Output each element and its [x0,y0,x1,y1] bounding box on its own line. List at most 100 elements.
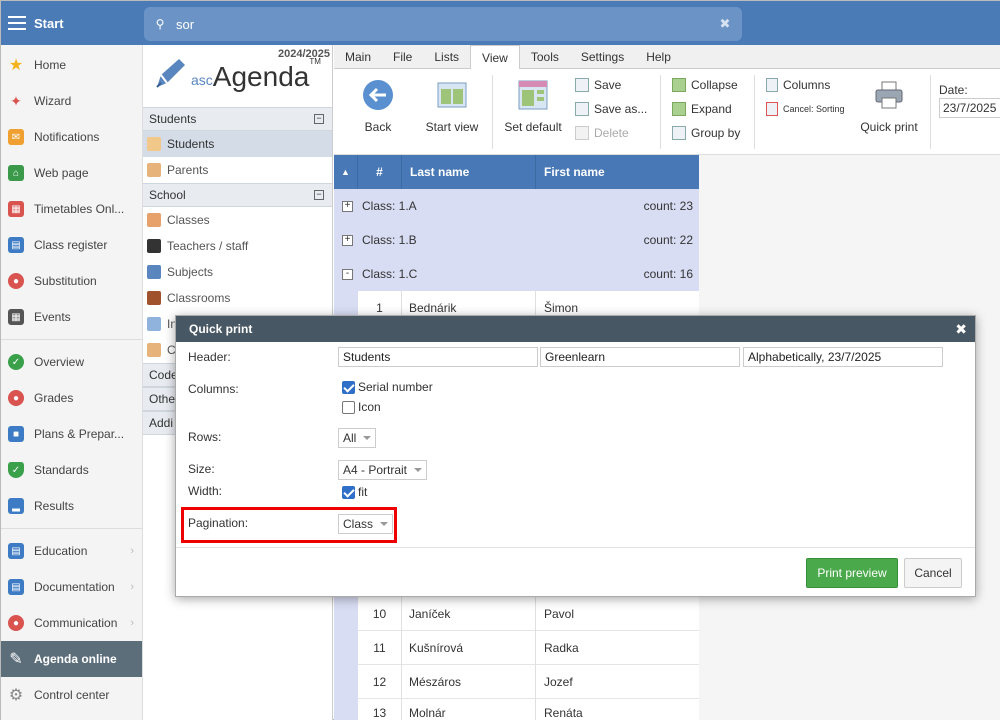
start-menu-button[interactable]: Start [1,1,143,45]
nav-item-events[interactable]: ▦ Events [1,299,142,335]
sort-arrow-icon[interactable]: ▲ [334,155,358,189]
collapse-icon[interactable]: - [342,268,353,280]
pagination-label: Pagination: [188,516,249,530]
save-button[interactable]: Save [575,75,621,95]
cancel-sorting-button[interactable]: Cancel: Sorting [766,99,845,119]
calendar-icon: ▦ [8,309,24,325]
list-item-students[interactable]: Students [143,131,332,157]
width-fit-checkbox[interactable]: fit [342,485,367,499]
nav-item-timetables[interactable]: ▦ Timetables Onl... [1,191,142,227]
print-preview-button[interactable]: Print preview [806,558,898,588]
top-bar: Start ⚲ sor ✖ [1,1,1000,45]
ribbon-separator [492,75,493,149]
nav-item-results[interactable]: ▂ Results [1,488,142,524]
serial-number-checkbox[interactable]: Serial number [342,380,433,394]
nav-item-plans[interactable]: ■ Plans & Prepar... [1,416,142,452]
class-group-row[interactable]: + Class: 1.B count: 22 [334,223,699,257]
save-icon [575,78,589,92]
nav-item-grades[interactable]: ● Grades [1,380,142,416]
nav-item-communication[interactable]: ● Communication › [1,605,142,641]
students-table: ▲ # Last name First name + Class: 1.A co… [334,155,699,325]
header-field-2[interactable]: Greenlearn [540,347,740,367]
pagination-select[interactable]: Class [338,514,394,534]
collapse-icon[interactable]: − [314,190,324,200]
set-default-button[interactable]: Set default [500,79,566,134]
table-row[interactable]: 11 Kušnírová Radka [334,630,699,665]
rows-select[interactable]: All [338,428,377,448]
checkbox-checked[interactable] [342,485,355,499]
star-icon: ★ [8,57,24,74]
layout-icon [437,82,467,108]
expand-button[interactable]: Expand [672,99,732,119]
start-view-button[interactable]: Start view [422,79,482,134]
column-header-last-name[interactable]: Last name [402,155,536,189]
nav-item-substitution[interactable]: ● Substitution [1,263,142,299]
nav-item-web-page[interactable]: ⌂ Web page [1,155,142,191]
door-icon [147,291,161,305]
nav-item-overview[interactable]: ✓ Overview [1,344,142,380]
tab-settings[interactable]: Settings [570,45,635,69]
close-icon[interactable]: ✖ [955,316,967,342]
date-field[interactable]: 23/7/2025 [939,98,1000,118]
table-row[interactable]: 13 Molnár Renáta [334,699,699,720]
size-select[interactable]: A4 - Portrait [338,460,428,480]
table-row[interactable]: 12 Mészáros Jozef [334,664,699,699]
icon-checkbox[interactable]: Icon [342,400,381,414]
collapse-icon[interactable]: − [314,114,324,124]
chevron-right-icon: › [130,581,134,593]
nav-item-documentation[interactable]: ▤ Documentation › [1,569,142,605]
tab-tools[interactable]: Tools [520,45,570,69]
expand-icon[interactable]: + [342,234,353,246]
quick-print-button[interactable]: Quick print [858,79,920,134]
nav-item-notifications[interactable]: ✉ Notifications [1,119,142,155]
nav-item-home[interactable]: ★ Home [1,47,142,83]
class-group-row[interactable]: + Class: 1.A count: 23 [334,189,699,223]
search-input[interactable]: sor [176,17,708,32]
cancel-button[interactable]: Cancel [904,558,962,588]
group-by-button[interactable]: Group by [672,123,740,143]
nav-item-standards[interactable]: ✓ Standards [1,452,142,488]
list-item-classes[interactable]: Classes [143,207,332,233]
table-row[interactable]: 10 Janíček Pavol [334,596,699,631]
header-field-1[interactable]: Students [338,347,538,367]
checkbox-unchecked[interactable] [342,400,355,414]
list-item-teachers[interactable]: Teachers / staff [143,233,332,259]
column-header-number[interactable]: # [358,155,402,189]
nav-item-class-register[interactable]: ▤ Class register [1,227,142,263]
tab-lists[interactable]: Lists [423,45,470,69]
width-label: Width: [188,484,223,498]
list-item-classrooms[interactable]: Classrooms [143,285,332,311]
clear-search-icon[interactable]: ✖ [708,16,742,32]
dialog-footer-divider [176,547,975,548]
chevron-right-icon: › [130,617,134,629]
columns-button[interactable]: Columns [766,75,830,95]
list-item-subjects[interactable]: Subjects [143,259,332,285]
expand-icon[interactable]: + [342,200,353,212]
group-school-header[interactable]: School − [143,183,332,207]
list-item-parents[interactable]: Parents [143,157,332,183]
subjects-icon [147,265,161,279]
nav-item-education[interactable]: ▤ Education › [1,533,142,569]
chevron-down-icon [414,468,423,472]
tab-help[interactable]: Help [635,45,682,69]
group-students-header[interactable]: Students − [143,107,332,131]
tab-view[interactable]: View [470,45,520,70]
columns-icon [766,78,778,92]
collapse-button[interactable]: Collapse [672,75,738,95]
dialog-header: Quick print ✖ [176,316,975,342]
nav-item-control-center[interactable]: ⚙ Control center [1,677,142,713]
tab-file[interactable]: File [382,45,423,69]
back-button[interactable]: Back [354,79,402,134]
save-as-button[interactable]: Save as... [575,99,647,119]
nav-item-wizard[interactable]: ✦ Wizard [1,83,142,119]
nav-item-agenda-online[interactable]: ✎ Agenda online [1,641,142,677]
chevron-right-icon: › [130,545,134,557]
column-header-first-name[interactable]: First name [536,155,699,189]
search-bar[interactable]: ⚲ sor ✖ [144,7,742,41]
tab-main[interactable]: Main [334,45,382,69]
header-field-3[interactable]: Alphabetically, 23/7/2025 [743,347,943,367]
class-group-row[interactable]: - Class: 1.C count: 16 [334,257,699,291]
checkbox-checked[interactable] [342,380,355,394]
delete-button[interactable]: Delete [575,123,629,143]
columns-label: Columns: [188,382,239,396]
